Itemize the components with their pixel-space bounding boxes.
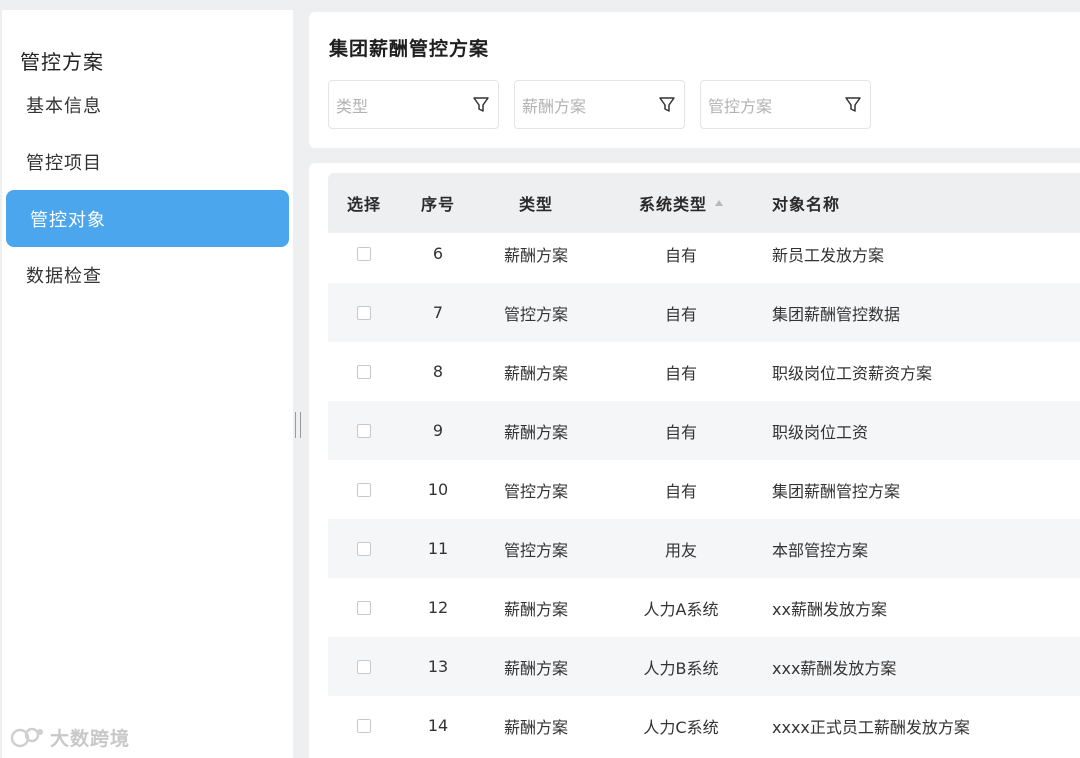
filter-icon (659, 96, 675, 112)
watermark-logo-icon (10, 727, 43, 748)
cell-type: 薪酬方案 (503, 717, 568, 737)
select-cell (328, 283, 400, 342)
select-cell (328, 342, 400, 401)
cell-system-type: 人力C系统 (643, 717, 719, 737)
column-header-label: 系统类型 (638, 195, 707, 214)
cell-name: 集团薪酬管控数据 (772, 304, 901, 324)
cell-name: xx薪酬发放方案 (772, 599, 887, 619)
cell-name: xxxx正式员工薪酬发放方案 (772, 717, 970, 737)
select-cell (328, 519, 400, 578)
cell-no: 6 (432, 244, 444, 263)
filter-placeholder: 管控方案 (708, 96, 773, 116)
filter-icon (473, 96, 489, 112)
select-cell (328, 224, 400, 283)
table-row[interactable]: 14 薪酬方案 人力C系统 xxxx正式员工薪酬发放方案 (328, 696, 1080, 755)
table-row[interactable]: 9 薪酬方案 自有 职级岗位工资 (328, 401, 1080, 460)
table-row[interactable]: 11 管控方案 用友 本部管控方案 (328, 519, 1080, 578)
row-checkbox[interactable] (357, 718, 371, 733)
cell-type: 薪酬方案 (503, 422, 568, 442)
row-checkbox[interactable] (357, 305, 371, 320)
table-row[interactable]: 6 薪酬方案 自有 新员工发放方案 (328, 224, 1080, 283)
sidebar-item-control-items[interactable]: 管控项目 (6, 133, 289, 190)
table-row[interactable]: 12 薪酬方案 人力A系统 xx薪酬发放方案 (328, 578, 1080, 637)
table-row[interactable]: 13 薪酬方案 人力B系统 xxx薪酬发放方案 (328, 637, 1080, 696)
cell-type: 薪酬方案 (503, 245, 568, 265)
row-checkbox[interactable] (357, 364, 371, 379)
row-checkbox[interactable] (357, 423, 371, 438)
sidebar-item-label: 管控对象 (30, 209, 106, 231)
cell-no: 9 (432, 421, 444, 440)
panel-resize-handle[interactable] (295, 412, 301, 438)
sidebar-item-label: 基本信息 (26, 95, 102, 117)
cell-system-type: 自有 (664, 304, 697, 324)
watermark-text: 大数跨境 (50, 727, 131, 750)
sidebar-item-data-check[interactable]: 数据检查 (6, 246, 289, 303)
cell-no: 11 (427, 539, 449, 558)
cell-type: 薪酬方案 (503, 363, 568, 383)
select-cell (328, 696, 400, 755)
cell-type: 薪酬方案 (503, 658, 568, 678)
cell-no: 13 (427, 657, 449, 676)
sidebar-title: 管控方案 (20, 50, 104, 74)
cell-name: 新员工发放方案 (772, 245, 885, 265)
row-checkbox[interactable] (357, 600, 371, 615)
cell-system-type: 人力A系统 (643, 599, 719, 619)
sidebar-item-basic-info[interactable]: 基本信息 (6, 76, 289, 133)
sidebar-item-control-objects[interactable]: 管控对象 (6, 190, 289, 247)
sidebar: 管控方案 基本信息 管控项目 管控对象 数据检查 (2, 10, 293, 758)
type-filter[interactable]: 类型 (328, 80, 499, 129)
page-title: 集团薪酬管控方案 (329, 38, 490, 60)
cell-type: 管控方案 (503, 304, 568, 324)
row-checkbox[interactable] (357, 246, 371, 261)
row-checkbox[interactable] (357, 482, 371, 497)
cell-type: 管控方案 (503, 540, 568, 560)
control-plan-filter[interactable]: 管控方案 (700, 80, 871, 129)
filter-placeholder: 类型 (336, 96, 369, 116)
select-cell (328, 578, 400, 637)
cell-system-type: 自有 (664, 481, 697, 501)
sort-ascending-icon[interactable] (715, 200, 723, 206)
cell-type: 薪酬方案 (503, 599, 568, 619)
cell-name: xxx薪酬发放方案 (772, 658, 897, 678)
cell-no: 12 (427, 598, 449, 617)
cell-name: 职级岗位工资 (772, 422, 869, 442)
select-cell (328, 460, 400, 519)
select-cell (328, 401, 400, 460)
table-row[interactable]: 8 薪酬方案 自有 职级岗位工资薪资方案 (328, 342, 1080, 401)
sidebar-item-label: 管控项目 (26, 152, 102, 174)
cell-no: 8 (432, 362, 444, 381)
cell-system-type: 用友 (664, 540, 697, 560)
table-row[interactable]: 7 管控方案 自有 集团薪酬管控数据 (328, 283, 1080, 342)
sidebar-item-label: 数据检查 (26, 265, 102, 287)
watermark: 大数跨境 (10, 722, 130, 752)
table-row[interactable]: 10 管控方案 自有 集团薪酬管控方案 (328, 460, 1080, 519)
cell-name: 本部管控方案 (772, 540, 869, 560)
filter-icon (845, 96, 861, 112)
cell-type: 管控方案 (503, 481, 568, 501)
row-checkbox[interactable] (357, 659, 371, 674)
cell-name: 集团薪酬管控方案 (772, 481, 901, 501)
cell-no: 14 (427, 716, 449, 735)
filter-panel: 集团薪酬管控方案 类型 薪酬方案 管控方案 (309, 12, 1080, 148)
cell-name: 职级岗位工资薪资方案 (772, 363, 933, 383)
salary-plan-filter[interactable]: 薪酬方案 (514, 80, 685, 129)
cell-system-type: 人力B系统 (643, 658, 719, 678)
cell-no: 10 (427, 480, 449, 499)
filter-placeholder: 薪酬方案 (522, 96, 587, 116)
cell-no: 7 (432, 303, 444, 322)
select-cell (328, 637, 400, 696)
cell-system-type: 自有 (664, 363, 697, 383)
table-panel: 选择 序号 类型 系统类型 对象名称 6 薪酬方案 自有 新员工发放方案 7 管控方案 自有… (309, 163, 1080, 758)
cell-system-type: 自有 (664, 245, 697, 265)
cell-system-type: 自有 (664, 422, 697, 442)
row-checkbox[interactable] (357, 541, 371, 556)
